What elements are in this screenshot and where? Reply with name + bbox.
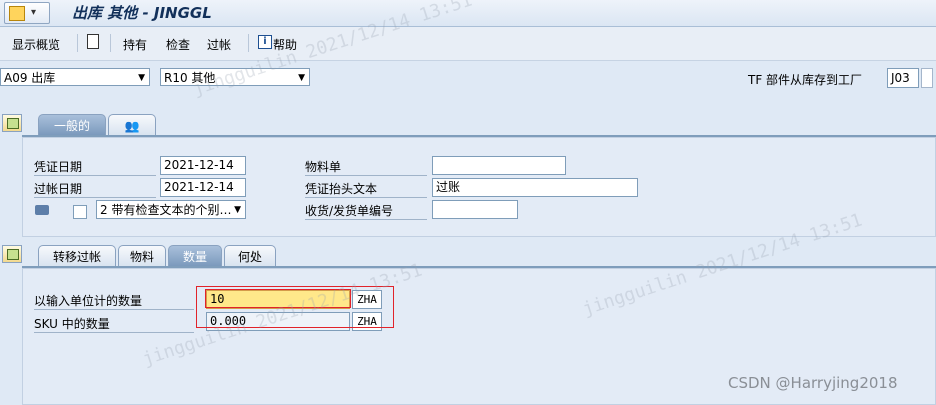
header-panel-toggle[interactable]: [2, 114, 22, 132]
hold-button[interactable]: 持有: [123, 36, 147, 53]
movement-type-select[interactable]: A09 出库 ▼: [0, 68, 150, 86]
toolbar-divider: [77, 34, 78, 52]
item-panel-toggle[interactable]: [2, 245, 22, 263]
print-checkbox[interactable]: [73, 205, 87, 219]
material-slip-label: 物料单: [305, 158, 427, 176]
header-text-field[interactable]: 过账: [432, 178, 638, 197]
tab-where[interactable]: 何处: [224, 245, 276, 267]
entry-unit-qty-label: 以输入单位计的数量: [34, 292, 194, 310]
plant-field[interactable]: J03: [887, 68, 919, 88]
delivery-note-label: 收货/发货单编号: [305, 202, 427, 220]
window-title: 出库 其他 - JINGGL: [72, 4, 212, 22]
collapse-icon: [7, 249, 19, 260]
collapse-icon: [7, 118, 19, 129]
printer-icon[interactable]: [35, 205, 49, 215]
doc-date-field[interactable]: 2021-12-14: [160, 156, 246, 175]
new-document-icon[interactable]: [87, 34, 99, 49]
people-icon: 👥: [124, 119, 140, 133]
chevron-down-icon: ▼: [234, 205, 241, 215]
print-version-value: 2 带有检查文本的个别…: [100, 203, 232, 217]
post-date-field[interactable]: 2021-12-14: [160, 178, 246, 197]
tab-material[interactable]: 物料: [118, 245, 166, 267]
header-text-label: 凭证抬头文本: [305, 180, 427, 198]
post-date-label: 过帐日期: [34, 180, 156, 198]
system-menu-button[interactable]: ▾: [4, 2, 50, 24]
credit-text: CSDN @Harryjing2018: [728, 374, 898, 392]
toolbar-divider: [110, 34, 111, 52]
check-button[interactable]: 检查: [166, 36, 190, 53]
delivery-note-field[interactable]: [432, 200, 518, 219]
doc-date-label: 凭证日期: [34, 158, 156, 176]
tab-partner[interactable]: 👥: [108, 114, 156, 136]
movement-type-value: A09 出库: [4, 71, 56, 85]
info-icon[interactable]: i: [258, 35, 272, 49]
material-slip-field[interactable]: [432, 156, 566, 175]
chevron-down-icon: ▼: [138, 73, 145, 83]
tab-quantity[interactable]: 数量: [168, 245, 222, 267]
chevron-down-icon: ▾: [31, 7, 37, 18]
show-overview-button[interactable]: 显示概览: [12, 36, 60, 53]
tab-transfer-posting[interactable]: 转移过帐: [38, 245, 116, 267]
application-toolbar: 显示概览 持有 检查 过帐 i 帮助: [0, 27, 936, 61]
plant-field-extension[interactable]: [921, 68, 933, 88]
post-button[interactable]: 过帐: [207, 36, 231, 53]
sku-qty-label: SKU 中的数量: [34, 315, 194, 333]
toolbar-divider: [248, 34, 249, 52]
chevron-down-icon: ▼: [298, 73, 305, 83]
print-version-select[interactable]: 2 带有检查文本的个别… ▼: [96, 200, 246, 219]
document-menu-icon: [9, 6, 25, 21]
tf-label: TF 部件从库存到工厂: [748, 73, 863, 87]
tab-general[interactable]: 一般的: [38, 114, 106, 136]
